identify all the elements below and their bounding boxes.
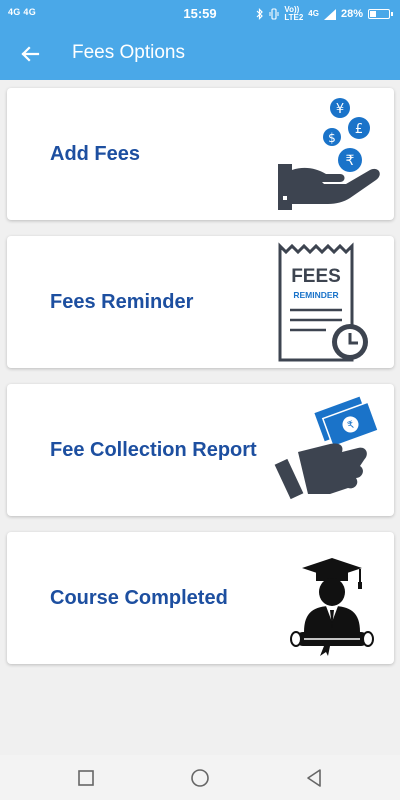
reminder-icon-text: REMINDER <box>293 290 338 300</box>
bluetooth-icon <box>256 8 264 20</box>
vibrate-icon <box>269 8 279 20</box>
svg-text:£: £ <box>355 122 363 137</box>
fees-reminder-card[interactable]: Fees Reminder FEES REMINDER <box>7 236 394 368</box>
square-icon[interactable] <box>74 766 98 790</box>
arrow-left-icon[interactable] <box>16 40 44 68</box>
svg-text:¥: ¥ <box>336 102 344 117</box>
fees-receipt-clock-icon: FEES REMINDER <box>278 242 368 362</box>
app-bar: Fees Options <box>0 28 400 80</box>
network-4g-label: 4G <box>308 9 319 18</box>
graduate-icon <box>290 558 374 656</box>
fees-reminder-label: Fees Reminder <box>50 290 194 313</box>
svg-text:₹: ₹ <box>346 153 355 169</box>
battery-icon <box>368 9 393 19</box>
fee-collection-report-label: Fee Collection Report <box>50 438 257 461</box>
signal-icon <box>323 8 336 20</box>
status-icons: Vo)) LTE2 4G 28% <box>256 6 393 22</box>
course-completed-card[interactable]: Course Completed <box>7 532 394 664</box>
lte-label: LTE2 <box>284 13 304 22</box>
battery-percent: 28% <box>340 8 363 20</box>
svg-text:$: $ <box>328 131 336 145</box>
add-fees-card[interactable]: Add Fees ¥ £ $ ₹ <box>7 88 394 220</box>
page-title: Fees Options <box>72 42 185 63</box>
system-nav-bar <box>0 755 400 800</box>
status-bar: 4G 4G 15:59 Vo)) LTE2 4G 28% <box>0 0 400 28</box>
add-fees-label: Add Fees <box>50 142 141 165</box>
course-completed-label: Course Completed <box>50 586 228 609</box>
money-hand-icon: ¥ £ $ ₹ <box>278 98 380 210</box>
cash-hand-icon: ₹ <box>274 396 380 500</box>
fee-collection-report-card[interactable]: Fee Collection Report ₹ <box>7 384 394 516</box>
triangle-back-icon[interactable] <box>302 766 326 790</box>
fees-icon-text: FEES <box>291 266 341 287</box>
circle-icon[interactable] <box>188 766 212 790</box>
